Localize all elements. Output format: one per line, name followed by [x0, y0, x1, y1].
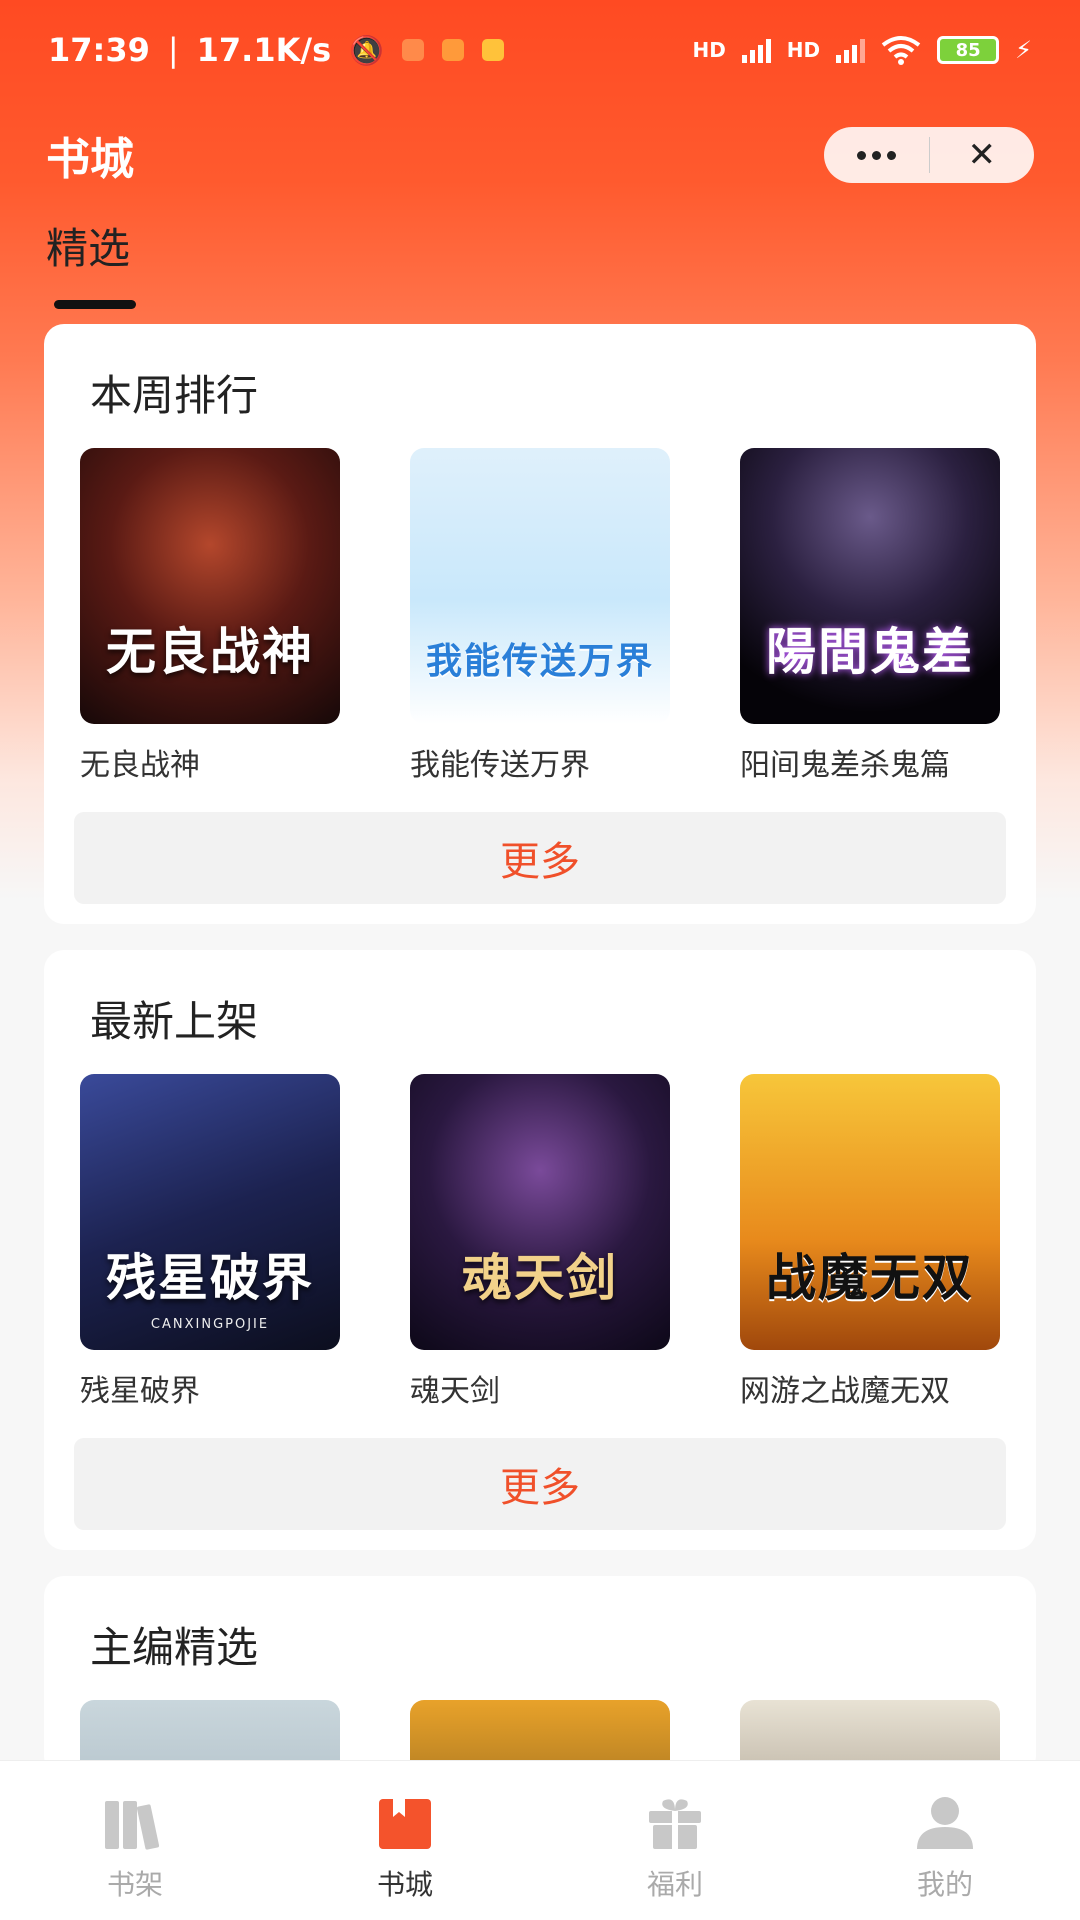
- nav-label: 我的: [916, 1868, 973, 1901]
- book-item[interactable]: 无良战神 无良战神: [80, 448, 340, 784]
- mute-icon: 🔕: [349, 33, 384, 67]
- signal-hd-label-1: HD: [692, 38, 726, 62]
- section-weekly-ranking: 本周排行 无良战神 无良战神 我能传送万界 我能传送万界 陽間鬼差 阳间鬼差杀鬼…: [44, 324, 1036, 924]
- signal-hd-label-2: HD: [786, 38, 821, 62]
- nav-label: 福利: [646, 1868, 703, 1901]
- cover-title-text: 残星破界: [106, 1248, 314, 1307]
- status-time: 17:39: [48, 31, 150, 69]
- charging-icon: ⚡: [1015, 36, 1032, 64]
- book-cover: 无良战神: [80, 448, 340, 724]
- more-dots-icon: [856, 150, 896, 160]
- section-title: 最新上架: [90, 997, 259, 1046]
- tab-label: 精选: [46, 224, 131, 273]
- book-title: 残星破界: [80, 1374, 200, 1409]
- signal-strength-icon-2: [836, 37, 866, 63]
- bookshelf-icon: [105, 1801, 160, 1850]
- more-options-button[interactable]: [824, 127, 929, 183]
- book-cover: 战魔无双: [740, 1074, 1000, 1350]
- book-item[interactable]: 我能传送万界 我能传送万界: [410, 448, 670, 784]
- status-separator: |: [167, 31, 179, 69]
- close-icon: ✕: [967, 135, 997, 175]
- section-new-arrivals: 最新上架 残星破界 CANXINGPOJIE 残星破界 魂天剑 魂天剑 战魔无双…: [44, 950, 1036, 1550]
- cover-title-text: 战魔无双: [766, 1248, 974, 1307]
- book-title: 魂天剑: [410, 1374, 500, 1409]
- miniprogram-capsule: ✕: [824, 127, 1034, 183]
- weibo-icon: [402, 39, 424, 61]
- nav-item-benefits[interactable]: 福利: [540, 1761, 810, 1920]
- book-item[interactable]: 陽間鬼差 阳间鬼差杀鬼篇: [740, 448, 1000, 784]
- book-cover: 我能传送万界: [410, 448, 670, 724]
- signal-strength-icon: [741, 37, 771, 63]
- nav-label: 书架: [106, 1868, 163, 1901]
- tab-featured[interactable]: 精选: [46, 215, 136, 309]
- book-cover: 魂天剑: [410, 1074, 670, 1350]
- bottom-navigation: 书架 书城 福利 我的: [0, 1760, 1080, 1920]
- nav-item-bookshelf[interactable]: 书架: [0, 1761, 270, 1920]
- more-button[interactable]: 更多: [74, 1438, 1006, 1530]
- book-item[interactable]: 魂天剑 魂天剑: [410, 1074, 670, 1410]
- nav-label: 书城: [376, 1868, 433, 1901]
- cover-title-text: 陽間鬼差: [766, 622, 974, 681]
- cover-subtitle-text: CANXINGPOJIE: [150, 1317, 270, 1332]
- book-item[interactable]: 战魔无双 网游之战魔无双: [740, 1074, 1000, 1410]
- title-bar: 书城 ✕: [0, 100, 1080, 210]
- book-title: 阳间鬼差杀鬼篇: [740, 748, 950, 783]
- section-editor-picks: 主编精选: [44, 1576, 1036, 1776]
- book-item[interactable]: 残星破界 CANXINGPOJIE 残星破界: [80, 1074, 340, 1410]
- section-title: 本周排行: [90, 371, 259, 420]
- bookstore-icon: [379, 1799, 431, 1849]
- more-button[interactable]: 更多: [74, 812, 1006, 904]
- status-bar: 17:39 | 17.1K/s 🔕 HD HD 85 ⚡: [0, 0, 1080, 100]
- book-cover: 残星破界 CANXINGPOJIE: [80, 1074, 340, 1350]
- book-title: 我能传送万界: [410, 748, 590, 783]
- wifi-icon: [881, 36, 921, 65]
- book-cover: 陽間鬼差: [740, 448, 1000, 724]
- app-notification-icon: [482, 39, 504, 61]
- close-button[interactable]: ✕: [930, 127, 1035, 183]
- nav-item-bookstore[interactable]: 书城: [270, 1761, 540, 1920]
- book-title: 网游之战魔无双: [740, 1374, 950, 1409]
- cover-title-text: 魂天剑: [462, 1248, 618, 1307]
- cover-title-text: 无良战神: [106, 622, 314, 681]
- section-title: 主编精选: [90, 1623, 259, 1672]
- nav-item-profile[interactable]: 我的: [810, 1761, 1080, 1920]
- network-speed: 17.1K/s: [196, 31, 332, 69]
- taobao-icon: [442, 39, 464, 61]
- book-title: 无良战神: [80, 748, 200, 783]
- cover-title-text: 我能传送万界: [425, 640, 654, 682]
- page-title: 书城: [46, 134, 134, 185]
- tab-active-indicator: [54, 300, 136, 309]
- profile-icon: [917, 1797, 973, 1849]
- battery-indicator: 85: [937, 36, 1000, 64]
- gift-icon: [649, 1799, 701, 1849]
